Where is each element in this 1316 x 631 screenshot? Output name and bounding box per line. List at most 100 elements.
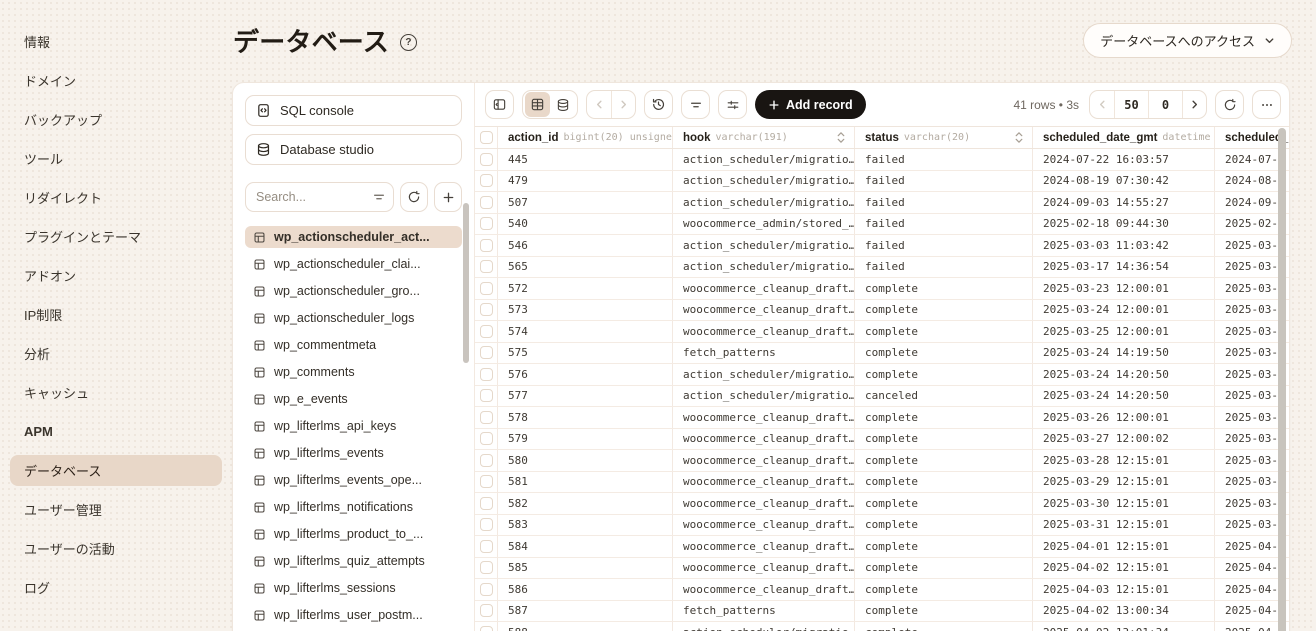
cell-action-id[interactable]: 583 <box>498 515 673 536</box>
sidebar-item[interactable]: ドメイン <box>10 65 222 96</box>
cell-status[interactable]: failed <box>855 192 1033 213</box>
cell-status[interactable]: complete <box>855 622 1033 631</box>
table-row[interactable]: 580 woocommerce_cleanup_draft… complete … <box>475 450 1289 472</box>
table-row[interactable]: 445 action_scheduler/migratio… failed 20… <box>475 149 1289 171</box>
row-checkbox[interactable] <box>480 540 493 553</box>
select-all-checkbox[interactable] <box>480 131 493 144</box>
cell-scheduled-date-gmt[interactable]: 2025-03-27 12:00:02 <box>1033 429 1215 450</box>
column-header[interactable]: status varchar(20) <box>855 127 1033 148</box>
table-list-item[interactable]: wp_comments <box>245 361 462 383</box>
cell-scheduled-date-gmt[interactable]: 2024-07-22 16:03:57 <box>1033 149 1215 170</box>
row-checkbox[interactable] <box>480 432 493 445</box>
cell-hook[interactable]: fetch_patterns <box>673 601 855 622</box>
cell-action-id[interactable]: 445 <box>498 149 673 170</box>
sql-console-button[interactable]: SQL console <box>245 95 462 126</box>
table-row[interactable]: 479 action_scheduler/migratio… failed 20… <box>475 171 1289 193</box>
cell-action-id[interactable]: 587 <box>498 601 673 622</box>
grid-scrollbar[interactable] <box>1278 128 1286 631</box>
cell-status[interactable]: complete <box>855 601 1033 622</box>
cell-scheduled-date-gmt[interactable]: 2025-03-17 14:36:54 <box>1033 257 1215 278</box>
cell-status[interactable]: complete <box>855 429 1033 450</box>
cell-status[interactable]: complete <box>855 278 1033 299</box>
cell-scheduled-date-gmt[interactable]: 2025-03-25 12:00:01 <box>1033 321 1215 342</box>
cell-action-id[interactable]: 573 <box>498 300 673 321</box>
refresh-tables-button[interactable] <box>400 182 428 212</box>
table-row[interactable]: 577 action_scheduler/migratio… canceled … <box>475 386 1289 408</box>
display-settings-button[interactable] <box>718 90 747 119</box>
row-checkbox[interactable] <box>480 454 493 467</box>
row-checkbox[interactable] <box>480 518 493 531</box>
row-checkbox[interactable] <box>480 174 493 187</box>
sidebar-item[interactable]: プラグインとテーマ <box>10 221 222 252</box>
sidebar-item[interactable]: リダイレクト <box>10 182 222 213</box>
search-filter-icon[interactable] <box>372 190 386 204</box>
add-table-button[interactable] <box>434 182 462 212</box>
cell-status[interactable]: failed <box>855 214 1033 235</box>
cell-status[interactable]: complete <box>855 515 1033 536</box>
add-record-button[interactable]: Add record <box>755 90 866 119</box>
cell-action-id[interactable]: 546 <box>498 235 673 256</box>
table-list-item[interactable]: wp_lifterlms_events_ope... <box>245 469 462 491</box>
row-checkbox[interactable] <box>480 346 493 359</box>
cell-action-id[interactable]: 578 <box>498 407 673 428</box>
cell-hook[interactable]: action_scheduler/migratio… <box>673 149 855 170</box>
cell-scheduled-date-gmt[interactable]: 2025-04-02 13:01:34 <box>1033 622 1215 631</box>
cell-hook[interactable]: woocommerce_cleanup_draft… <box>673 579 855 600</box>
table-list-item[interactable]: wp_lifterlms_product_to_... <box>245 523 462 545</box>
table-row[interactable]: 572 woocommerce_cleanup_draft… complete … <box>475 278 1289 300</box>
cell-status[interactable]: complete <box>855 300 1033 321</box>
sidebar-item[interactable]: データベース <box>10 455 222 486</box>
sort-icon[interactable] <box>1014 131 1024 144</box>
cell-hook[interactable]: action_scheduler/migratio… <box>673 235 855 256</box>
query-history-button[interactable] <box>644 90 673 119</box>
cell-hook[interactable]: woocommerce_cleanup_draft… <box>673 515 855 536</box>
cell-status[interactable]: failed <box>855 171 1033 192</box>
cell-status[interactable]: complete <box>855 558 1033 579</box>
cell-hook[interactable]: woocommerce_cleanup_draft… <box>673 558 855 579</box>
row-checkbox[interactable] <box>480 411 493 424</box>
sidebar-item[interactable]: APM <box>10 416 222 447</box>
cell-status[interactable]: complete <box>855 472 1033 493</box>
row-checkbox[interactable] <box>480 217 493 230</box>
help-icon[interactable]: ? <box>400 34 417 51</box>
next-page-button[interactable] <box>1182 91 1206 118</box>
sort-icon[interactable] <box>836 131 846 144</box>
refresh-grid-button[interactable] <box>1215 90 1244 119</box>
row-checkbox[interactable] <box>480 153 493 166</box>
cell-status[interactable]: failed <box>855 235 1033 256</box>
cell-hook[interactable]: action_scheduler/migratio… <box>673 192 855 213</box>
table-row[interactable]: 507 action_scheduler/migratio… failed 20… <box>475 192 1289 214</box>
row-checkbox[interactable] <box>480 303 493 316</box>
cell-hook[interactable]: action_scheduler/migratio… <box>673 171 855 192</box>
sidebar-item[interactable]: IP制限 <box>10 299 222 330</box>
cell-action-id[interactable]: 580 <box>498 450 673 471</box>
cell-scheduled-date-gmt[interactable]: 2025-03-28 12:15:01 <box>1033 450 1215 471</box>
cell-hook[interactable]: woocommerce_cleanup_draft… <box>673 321 855 342</box>
table-list-item[interactable]: wp_actionscheduler_gro... <box>245 280 462 302</box>
row-checkbox[interactable] <box>480 604 493 617</box>
table-list-item[interactable]: wp_lifterlms_notifications <box>245 496 462 518</box>
page-size-value[interactable]: 50 <box>1114 91 1148 118</box>
cell-action-id[interactable]: 577 <box>498 386 673 407</box>
table-list-item[interactable]: wp_lifterlms_events <box>245 442 462 464</box>
cell-action-id[interactable]: 575 <box>498 343 673 364</box>
table-row[interactable]: 575 fetch_patterns complete 2025-03-24 1… <box>475 343 1289 365</box>
cell-scheduled-date-gmt[interactable]: 2025-04-02 12:15:01 <box>1033 558 1215 579</box>
column-header[interactable]: hook varchar(191) <box>673 127 855 148</box>
cell-action-id[interactable]: 586 <box>498 579 673 600</box>
cell-scheduled-date-gmt[interactable]: 2025-04-01 12:15:01 <box>1033 536 1215 557</box>
table-row[interactable]: 587 fetch_patterns complete 2025-04-02 1… <box>475 601 1289 623</box>
cell-hook[interactable]: action_scheduler/migratio… <box>673 622 855 631</box>
cell-hook[interactable]: woocommerce_cleanup_draft… <box>673 429 855 450</box>
table-row[interactable]: 583 woocommerce_cleanup_draft… complete … <box>475 515 1289 537</box>
table-row[interactable]: 586 woocommerce_cleanup_draft… complete … <box>475 579 1289 601</box>
table-row[interactable]: 582 woocommerce_cleanup_draft… complete … <box>475 493 1289 515</box>
cell-status[interactable]: failed <box>855 149 1033 170</box>
cell-action-id[interactable]: 581 <box>498 472 673 493</box>
cell-action-id[interactable]: 507 <box>498 192 673 213</box>
prev-page-button[interactable] <box>1090 91 1114 118</box>
table-row[interactable]: 581 woocommerce_cleanup_draft… complete … <box>475 472 1289 494</box>
cell-hook[interactable]: woocommerce_cleanup_draft… <box>673 407 855 428</box>
cell-hook[interactable]: action_scheduler/migratio… <box>673 386 855 407</box>
table-row[interactable]: 579 woocommerce_cleanup_draft… complete … <box>475 429 1289 451</box>
